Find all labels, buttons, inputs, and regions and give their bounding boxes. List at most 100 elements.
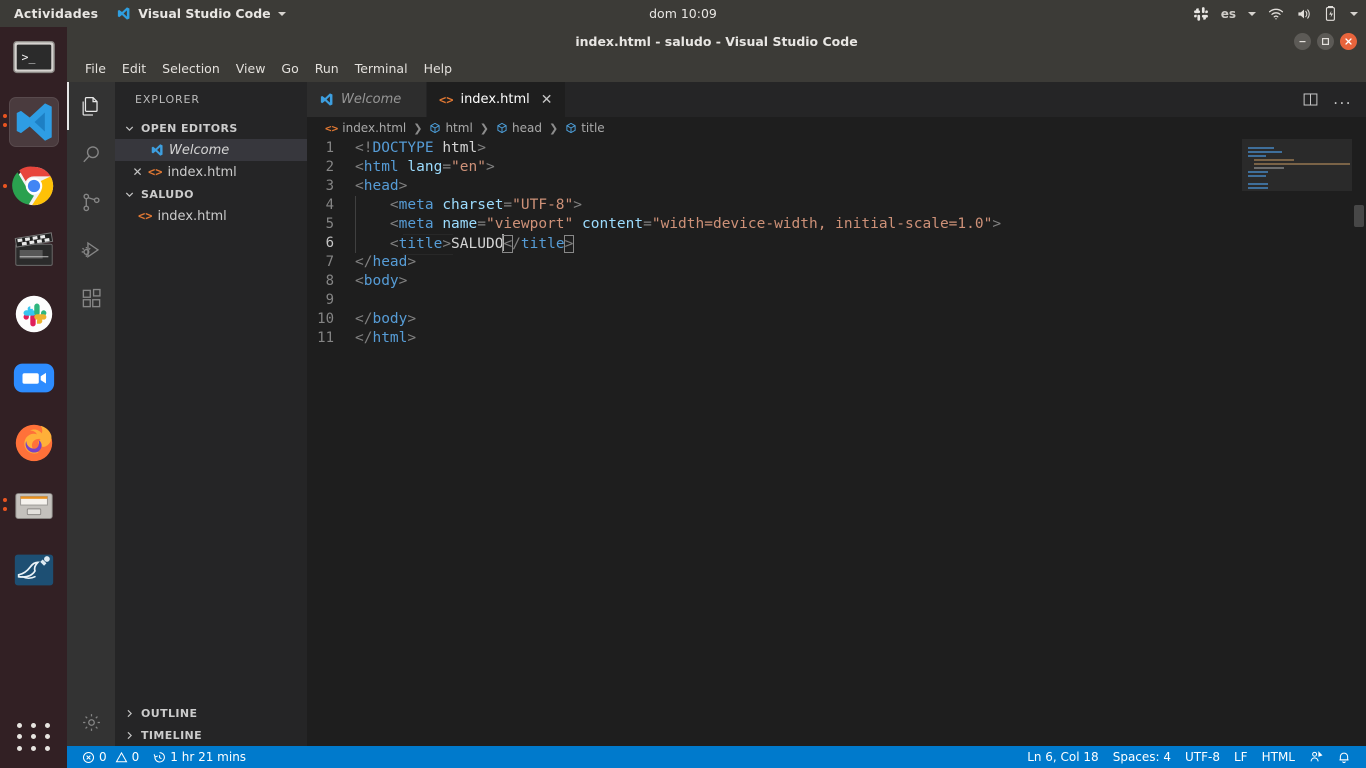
system-menu-chevron-icon[interactable] [1350,12,1358,16]
chevron-down-icon [121,189,137,200]
activitybar-item-search[interactable] [67,130,115,178]
status-feedback[interactable] [1302,746,1330,768]
activitybar-item-source-control[interactable] [67,178,115,226]
menu-run[interactable]: Run [307,58,347,79]
menu-selection[interactable]: Selection [154,58,228,79]
symbol-field-icon [429,122,441,134]
status-bar-right: Ln 6, Col 18 Spaces: 4 UTF-8 LF HTML [1020,746,1366,768]
split-editor-icon[interactable] [1302,91,1319,108]
line-number: 3 [307,177,355,196]
wifi-icon[interactable] [1268,7,1284,21]
app-menu-label: Visual Studio Code [138,6,270,21]
sidebar-explorer: EXPLORER OPEN EDITORS Welcome [115,82,307,746]
activitybar-item-manage-settings[interactable] [67,698,115,746]
symbol-field-icon [565,122,577,134]
activitybar-item-run-debug[interactable] [67,226,115,274]
status-notifications[interactable] [1330,746,1358,768]
menu-file[interactable]: File [77,58,114,79]
tab-index-html[interactable]: <> index.html ✕ [427,82,566,117]
tab-label: index.html [460,92,529,107]
html-icon: <> [325,122,338,135]
workbench: EXPLORER OPEN EDITORS Welcome [67,82,1366,746]
chevron-right-icon [121,730,137,741]
error-count: 0 [99,750,107,764]
dock-item-google-chrome[interactable] [9,161,59,211]
code-line-current: 6 <title>SALUDO</title> [307,234,1366,253]
editor-tabs: Welcome <> index.html ✕ ... [307,82,1366,117]
bell-icon [1337,750,1351,764]
activitybar-item-extensions[interactable] [67,274,115,322]
menu-help[interactable]: Help [416,58,461,79]
dock-item-files[interactable] [9,481,59,531]
show-applications-button[interactable] [15,722,53,752]
section-saludo[interactable]: SALUDO [115,183,307,205]
scrollbar-thumb[interactable] [1354,205,1364,227]
section-label: TIMELINE [141,729,202,742]
line-number: 8 [307,272,355,291]
breadcrumb-item-html[interactable]: html [429,121,472,135]
keyboard-layout[interactable]: es [1221,7,1236,21]
menu-view[interactable]: View [228,58,274,79]
breadcrumb-item-head[interactable]: head [496,121,542,135]
ellipsis-icon[interactable]: ... [1333,92,1352,107]
status-editor-language[interactable]: HTML [1255,746,1302,768]
status-wakatime[interactable]: 1 hr 21 mins [146,746,253,768]
line-content: </head> [355,253,416,272]
maximize-button[interactable] [1317,33,1334,50]
vscode-window: index.html - saludo - Visual Studio Code… [67,27,1366,768]
error-icon [82,751,95,764]
close-button[interactable] [1340,33,1357,50]
line-content [355,291,364,310]
status-editor-eol[interactable]: LF [1227,746,1255,768]
menu-edit[interactable]: Edit [114,58,154,79]
section-label: SALUDO [141,188,194,201]
indent-guide [355,196,356,253]
screen: Actividades Visual Studio Code dom 10:09… [0,0,1366,768]
run-debug-icon [79,238,104,263]
breadcrumb-item-title[interactable]: title [565,121,604,135]
volume-icon[interactable] [1296,7,1312,21]
dock-item-video-editor[interactable] [9,225,59,275]
activities-button[interactable]: Actividades [0,6,110,21]
code-line: 1 <!DOCTYPE html> [307,139,1366,158]
html-icon: <> [148,165,162,179]
status-editor-encoding[interactable]: UTF-8 [1178,746,1227,768]
section-outline[interactable]: OUTLINE [115,702,307,724]
slack-icon[interactable] [1193,6,1209,22]
menu-terminal[interactable]: Terminal [347,58,416,79]
menu-go[interactable]: Go [273,58,306,79]
breadcrumb-separator: ❯ [413,122,422,135]
minimize-button[interactable] [1294,33,1311,50]
window-titlebar: index.html - saludo - Visual Studio Code [67,27,1366,55]
status-editor-indentation[interactable]: Spaces: 4 [1106,746,1178,768]
open-editor-item-index-html[interactable]: ✕ <> index.html [115,161,307,183]
breadcrumb-item-file[interactable]: <> index.html [325,121,406,135]
editor-scrollbar[interactable] [1352,139,1366,746]
dock-item-firefox[interactable] [9,417,59,467]
section-timeline[interactable]: TIMELINE [115,724,307,746]
dock-item-terminal[interactable]: >_ [9,33,59,83]
keyboard-chevron-icon [1248,12,1256,16]
code-line: 10 </body> [307,310,1366,329]
file-label: index.html [157,209,226,224]
activitybar-item-explorer[interactable] [67,82,115,130]
section-open-editors[interactable]: OPEN EDITORS [115,117,307,139]
close-icon[interactable]: ✕ [132,165,143,179]
chevron-right-icon [121,708,137,719]
dock-item-mysql-workbench[interactable] [9,545,59,595]
open-editor-item-welcome[interactable]: Welcome [115,139,307,161]
close-icon[interactable]: ✕ [541,92,553,108]
file-item-index-html[interactable]: <> index.html [115,205,307,227]
dock-item-slack[interactable] [9,289,59,339]
status-problems[interactable]: 0 0 [75,746,146,768]
code-editor[interactable]: 1 <!DOCTYPE html> 2 <html lang="en"> 3 <… [307,139,1366,746]
editor-group: Welcome <> index.html ✕ ... [307,82,1366,746]
status-editor-position[interactable]: Ln 6, Col 18 [1020,746,1106,768]
line-content: </html> [355,329,416,348]
battery-icon[interactable] [1324,6,1338,22]
tab-welcome[interactable]: Welcome [307,82,427,117]
line-content: <html lang="en"> [355,158,495,177]
dock-item-visual-studio-code[interactable] [9,97,59,147]
dock-item-zoom[interactable] [9,353,59,403]
app-menu-button[interactable]: Visual Studio Code [110,6,291,21]
